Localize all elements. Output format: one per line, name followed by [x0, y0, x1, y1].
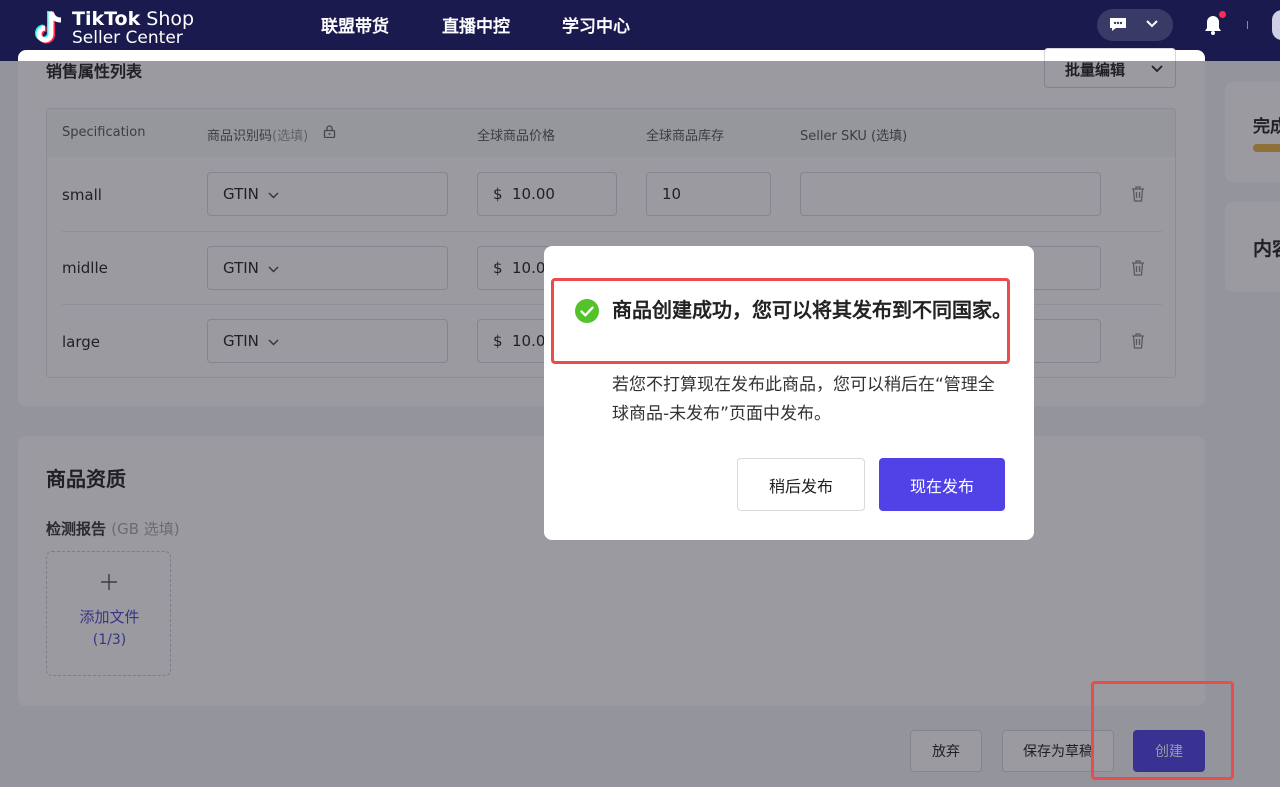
nav-link-affiliate[interactable]: 联盟带货 — [321, 12, 389, 37]
logo-seller-center: Seller Center — [72, 28, 183, 48]
tiktok-shop-logo[interactable]: TikTok Shop Seller Center — [34, 6, 204, 52]
logo-word-shop: Shop — [146, 8, 195, 30]
dialog-title-highlight — [551, 278, 1010, 364]
chat-icon — [1110, 18, 1126, 31]
nav-divider — [1247, 21, 1248, 29]
publish-later-button[interactable]: 稍后发布 — [737, 458, 865, 511]
publish-now-button[interactable]: 现在发布 — [879, 458, 1005, 511]
tiktok-logo-icon — [35, 11, 62, 44]
notification-dot — [1219, 11, 1226, 18]
dialog-description: 若您不打算现在发布此商品，您可以稍后在“管理全球商品-未发布”页面中发布。 — [612, 375, 995, 424]
chat-menu-button[interactable] — [1097, 9, 1173, 41]
publish-later-label: 稍后发布 — [768, 476, 833, 496]
nav-link-live-control[interactable]: 直播中控 — [442, 12, 510, 37]
publish-now-label: 现在发布 — [909, 476, 974, 496]
avatar[interactable] — [1272, 10, 1280, 40]
chevron-down-icon — [1146, 20, 1158, 28]
create-button-highlight — [1091, 681, 1234, 780]
logo-word-tiktok: TikTok — [72, 8, 141, 30]
nav-link-learning-center[interactable]: 学习中心 — [562, 12, 630, 37]
